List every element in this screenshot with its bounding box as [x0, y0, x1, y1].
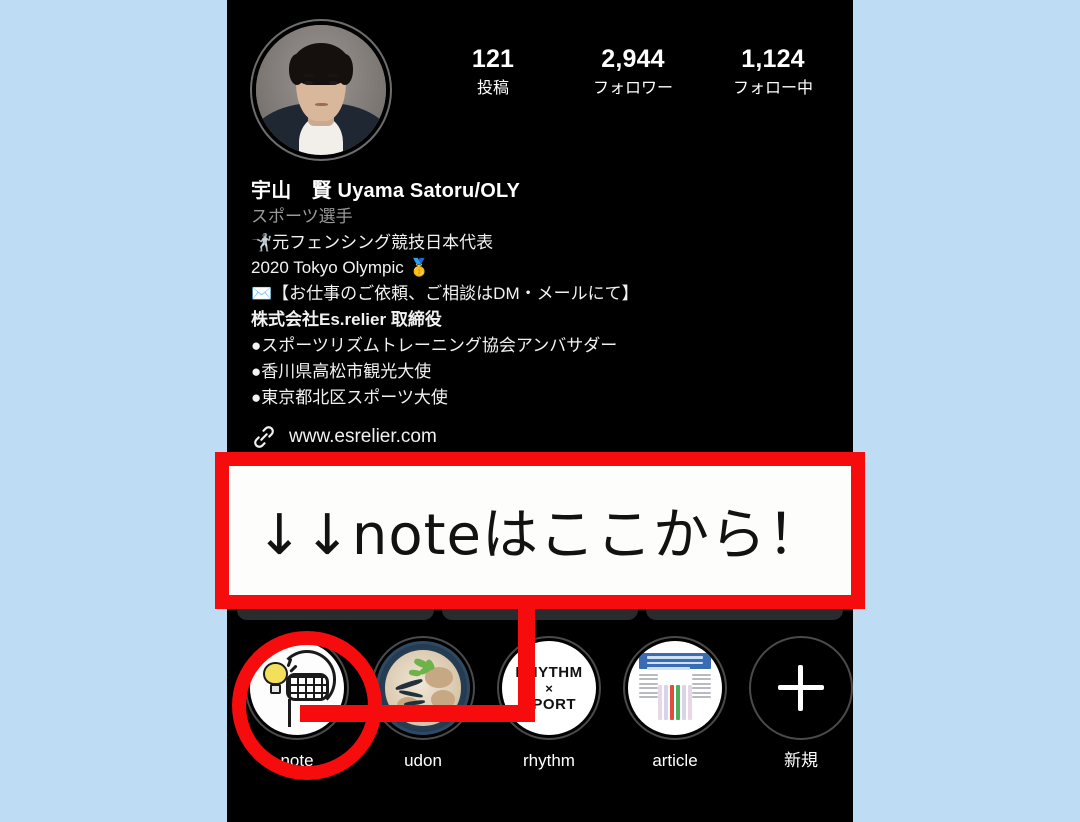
stat-following-label: フォロー中 — [732, 79, 813, 97]
add-highlight-button[interactable] — [749, 636, 853, 740]
annotation-circle-note — [232, 631, 382, 780]
website-link[interactable]: www.esrelier.com — [251, 424, 437, 450]
highlight-udon-label: udon — [404, 751, 442, 770]
stat-posts[interactable]: 121 投稿 — [438, 45, 548, 97]
website-url: www.esrelier.com — [289, 426, 437, 447]
highlight-new[interactable]: 新規 — [749, 636, 853, 771]
highlight-article-circle[interactable] — [623, 636, 727, 740]
bio-line: ●香川県高松市観光大使 — [251, 361, 432, 381]
highlight-new-label: 新規 — [784, 751, 818, 770]
profile-category: スポーツ選手 — [251, 207, 353, 226]
highlight-article[interactable]: article — [623, 636, 727, 771]
profile-header: 121 投稿 2,944 フォロワー 1,124 フォロー中 — [227, 0, 853, 168]
plus-icon — [778, 665, 824, 711]
bio-line: ✉️【お仕事のご依頼、ご相談はDM・メールにて】 — [251, 284, 639, 304]
highlight-udon[interactable]: udon — [371, 636, 475, 771]
annotation-callout-text: ↓↓noteはここから！ — [255, 503, 824, 568]
document-table-screenshot — [628, 641, 722, 735]
bio-line: ●スポーツリズムトレーニング協会アンバサダー — [251, 335, 618, 355]
bio-line: 🤺元フェンシング競技日本代表 — [251, 232, 494, 252]
highlight-udon-circle[interactable] — [371, 636, 475, 740]
stat-following-value: 1,124 — [741, 45, 805, 73]
bio-line: 2020 Tokyo Olympic 🥇 — [251, 258, 430, 278]
stat-followers[interactable]: 2,944 フォロワー — [578, 45, 688, 97]
highlight-article-label: article — [652, 751, 698, 770]
stat-following[interactable]: 1,124 フォロー中 — [718, 45, 828, 97]
display-name: 宇山 賢 Uyama Satoru/OLY — [251, 180, 521, 202]
profile-bio: 宇山 賢 Uyama Satoru/OLY スポーツ選手 🤺元フェンシング競技日… — [251, 178, 841, 410]
bio-line: 株式会社Es.relier 取締役 — [251, 310, 442, 330]
avatar[interactable] — [245, 14, 397, 166]
annotation-callout-banner: ↓↓noteはここから！ — [215, 452, 865, 609]
highlight-rhythm[interactable]: RHYTHM × SPORT rhythm — [497, 636, 601, 771]
rhythm-cover-line2: × — [545, 680, 553, 696]
annotation-connector-vertical — [518, 600, 535, 722]
bio-line: ●東京都北区スポーツ大使 — [251, 387, 448, 407]
link-icon — [251, 424, 277, 450]
profile-stats: 121 投稿 2,944 フォロワー 1,124 フォロー中 — [423, 45, 843, 97]
screenshot-canvas: 121 投稿 2,944 フォロワー 1,124 フォロー中 宇山 賢 Uyam… — [0, 0, 1080, 822]
highlight-rhythm-circle[interactable]: RHYTHM × SPORT — [497, 636, 601, 740]
avatar-ring — [250, 19, 392, 161]
profile-photo — [256, 25, 386, 155]
stat-followers-value: 2,944 — [601, 45, 665, 73]
stat-posts-value: 121 — [471, 45, 515, 73]
annotation-callout-inner: ↓↓noteはここから！ — [229, 466, 851, 595]
highlight-rhythm-label: rhythm — [523, 751, 575, 770]
stat-followers-label: フォロワー — [592, 79, 673, 97]
stat-posts-label: 投稿 — [476, 79, 509, 97]
